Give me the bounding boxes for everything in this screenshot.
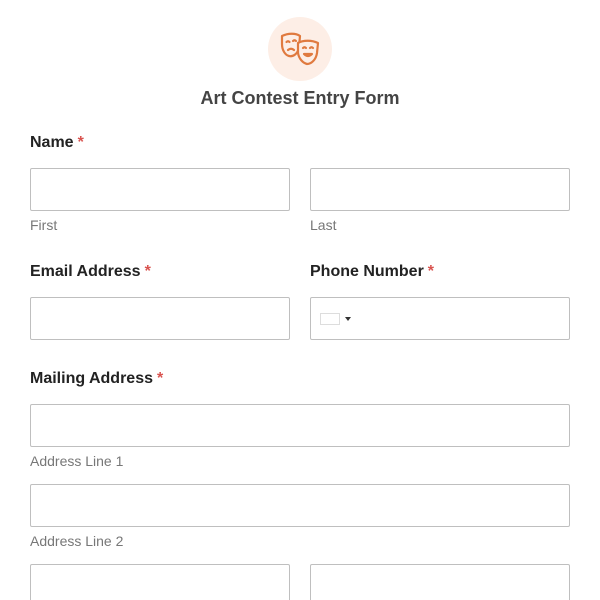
mailing-address-label-text: Mailing Address <box>30 370 153 387</box>
address-line2-input[interactable] <box>30 484 570 527</box>
required-asterisk: * <box>156 370 164 387</box>
phone-label-text: Phone Number <box>310 263 424 280</box>
city-input[interactable] <box>30 564 290 600</box>
address-line1-input[interactable] <box>30 404 570 447</box>
first-name-input[interactable] <box>30 168 290 211</box>
phone-label: Phone Number * <box>310 263 434 281</box>
name-label-text: Name <box>30 134 74 151</box>
name-label: Name * <box>30 134 84 152</box>
required-asterisk: * <box>77 134 84 151</box>
first-name-sublabel: First <box>30 217 58 233</box>
form-title: Art Contest Entry Form <box>200 88 400 108</box>
state-input[interactable] <box>310 564 570 600</box>
phone-input[interactable] <box>310 297 570 340</box>
flag-icon[interactable] <box>320 313 340 325</box>
art-contest-form: Art Contest Entry Form Name * First Last … <box>0 0 600 600</box>
theater-masks-icon <box>268 17 332 81</box>
last-name-sublabel: Last <box>310 217 337 233</box>
address-line1-sublabel: Address Line 1 <box>30 453 124 469</box>
address-line2-sublabel: Address Line 2 <box>30 533 124 549</box>
required-asterisk: * <box>144 263 151 280</box>
last-name-input[interactable] <box>310 168 570 211</box>
caret-down-icon[interactable] <box>345 317 351 321</box>
email-label-text: Email Address <box>30 263 141 280</box>
email-input[interactable] <box>30 297 290 340</box>
email-label: Email Address * <box>30 263 151 281</box>
mailing-address-label: Mailing Address * <box>30 370 163 388</box>
required-asterisk: * <box>427 263 435 280</box>
